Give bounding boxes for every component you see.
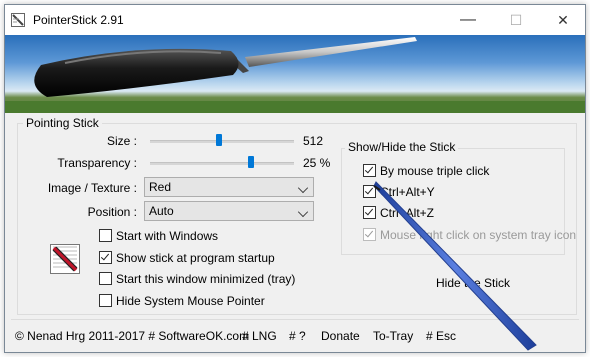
triple-click-box[interactable]	[363, 164, 376, 177]
show-stick-at-startup-box[interactable]	[99, 251, 112, 264]
header-banner	[5, 35, 585, 113]
size-slider-thumb[interactable]	[216, 134, 222, 146]
start-with-windows-box[interactable]	[99, 229, 112, 242]
transparency-value: 25 %	[303, 156, 331, 170]
image-texture-selected: Red	[149, 180, 172, 194]
chevron-down-icon	[297, 206, 309, 218]
start-minimized-label: Start this window minimized (tray)	[116, 272, 296, 286]
main-content: Pointing Stick Size : 512 Transparency :…	[5, 113, 585, 319]
position-select[interactable]: Auto	[144, 201, 314, 221]
triple-click-label: By mouse triple click	[380, 164, 490, 178]
image-texture-label: Image / Texture :	[47, 181, 137, 195]
pointer-stick-image	[5, 37, 585, 113]
size-value: 512	[303, 134, 324, 148]
position-label: Position :	[87, 205, 137, 219]
language-button[interactable]: # LNG	[242, 329, 277, 343]
esc-button[interactable]: # Esc	[426, 329, 456, 343]
pointer-texture-icon	[50, 244, 80, 274]
ctrl-alt-y-label: Ctrl+Alt+Y	[380, 185, 435, 199]
show-stick-at-startup-label: Show stick at program startup	[116, 251, 275, 265]
start-minimized-box[interactable]	[99, 272, 112, 285]
chevron-down-icon	[297, 182, 309, 194]
size-slider-track[interactable]	[150, 140, 294, 143]
window-title: PointerStick 2.91	[33, 13, 124, 27]
minimize-button[interactable]: —	[445, 5, 491, 35]
ctrl-alt-z-box[interactable]	[363, 206, 376, 219]
size-label: Size :	[106, 134, 137, 148]
footer-divider	[11, 319, 579, 320]
show-hide-group-title: Show/Hide the Stick	[345, 140, 459, 154]
ctrl-alt-z-label: Ctrl+Alt+Z	[380, 206, 435, 220]
transparency-label: Transparency :	[57, 156, 137, 170]
position-selected: Auto	[149, 204, 174, 218]
maximize-button[interactable]: ☐	[493, 5, 539, 35]
transparency-slider-thumb[interactable]	[248, 156, 254, 168]
tray-right-click-label: Mouse right click on system tray icon	[380, 228, 577, 242]
to-tray-button[interactable]: To-Tray	[373, 329, 413, 343]
ctrl-alt-y-box[interactable]	[363, 185, 376, 198]
app-icon	[11, 13, 25, 27]
footer-bar: © Nenad Hrg 2011-2017 # SoftwareOK.com #…	[5, 319, 585, 352]
title-bar: PointerStick 2.91 — ☐ ✕	[5, 5, 585, 35]
hide-system-pointer-box[interactable]	[99, 294, 112, 307]
pointing-stick-group-title: Pointing Stick	[23, 116, 102, 130]
hide-the-stick-button[interactable]: Hide the Stick	[436, 276, 510, 290]
image-texture-select[interactable]: Red	[144, 177, 314, 197]
tray-right-click-box	[363, 228, 376, 241]
help-button[interactable]: # ?	[289, 329, 306, 343]
transparency-slider-track[interactable]	[150, 162, 294, 165]
hide-system-pointer-label: Hide System Mouse Pointer	[116, 294, 265, 308]
app-window: PointerStick 2.91 — ☐ ✕ Pointing Stick S…	[4, 4, 586, 353]
copyright-link[interactable]: © Nenad Hrg 2011-2017 # SoftwareOK.com	[15, 329, 249, 343]
close-button[interactable]: ✕	[540, 5, 586, 35]
start-with-windows-label: Start with Windows	[116, 229, 219, 243]
donate-button[interactable]: Donate	[321, 329, 360, 343]
